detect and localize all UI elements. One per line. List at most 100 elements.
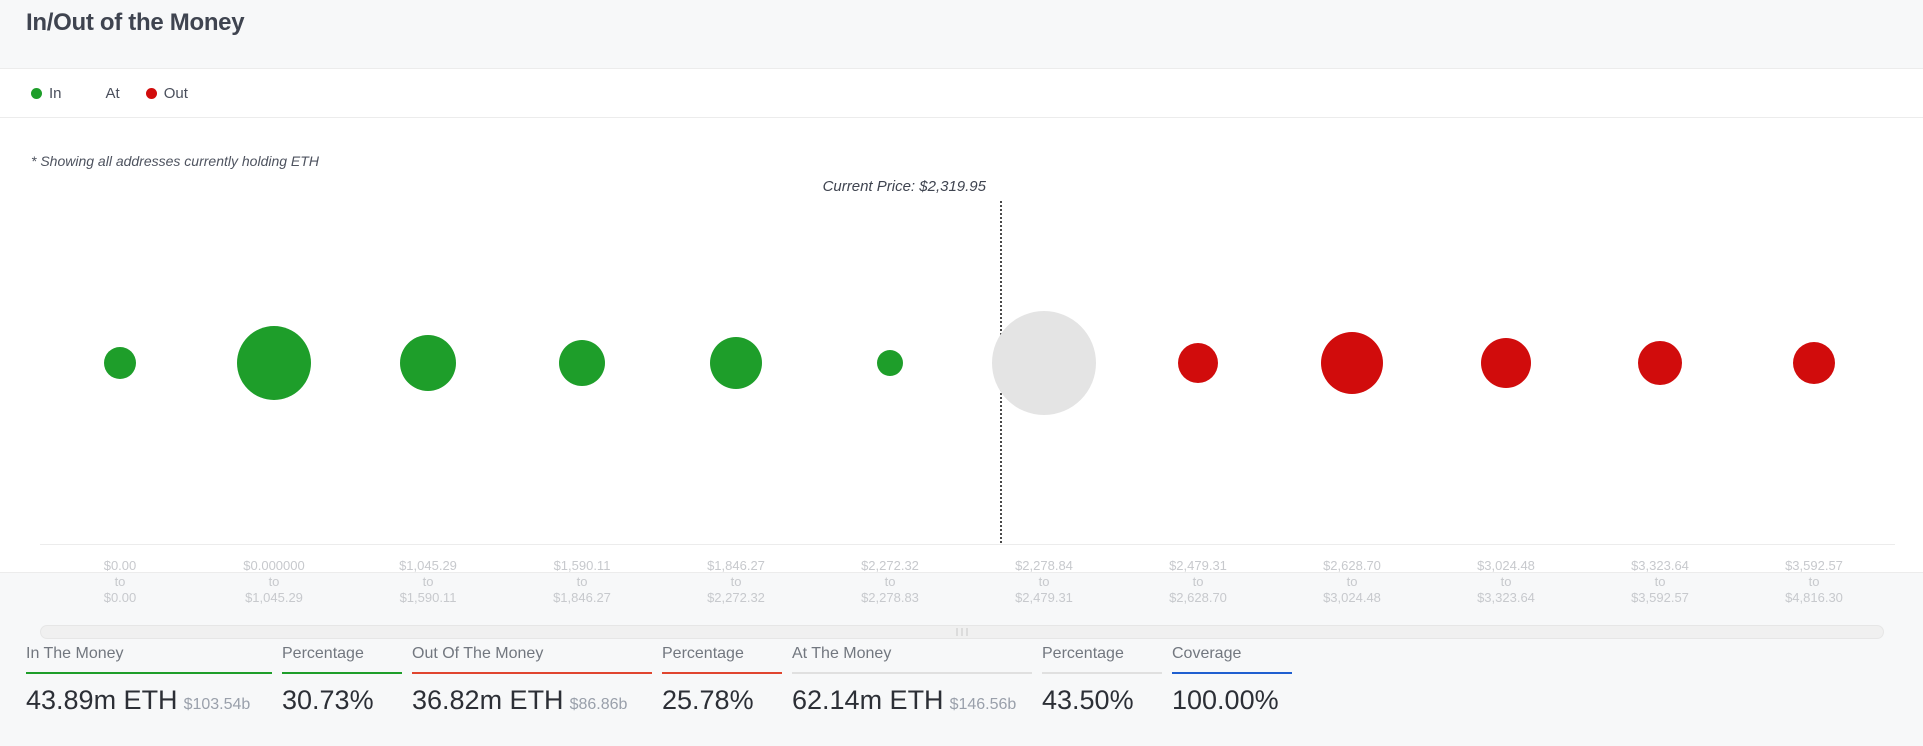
tick-range-from: $2,278.84 [1015,558,1073,574]
tick-range-from: $1,846.27 [707,558,765,574]
bubble-out[interactable] [1178,343,1218,383]
stat-label: In The Money [26,645,272,672]
tick-range-from: $2,272.32 [861,558,919,574]
tick-range-from: $1,590.11 [553,558,611,574]
bubble-out[interactable] [1638,341,1682,385]
x-axis-tick-label: $0.000000to$1,045.29 [243,558,304,606]
tick-range-separator: to [1323,574,1381,590]
x-axis-tick-label: $2,272.32to$2,278.83 [861,558,919,606]
x-axis-tick-label: $1,045.29to$1,590.11 [399,558,457,606]
tick-range-separator: to [1477,574,1535,590]
legend-item-at[interactable]: At [88,85,120,102]
stat-underline [792,672,1032,674]
bubble-in[interactable] [710,337,762,389]
tick-range-separator: to [104,574,137,590]
chart-footnote: * Showing all addresses currently holdin… [31,153,319,169]
summary-stats-row: In The Money 43.89m ETH $103.54b Percentage… [0,645,1923,746]
stat-value-wrap: 62.14m ETH$146.56b [792,685,1032,720]
tick-range-from: $0.000000 [243,558,304,574]
legend-dot-at [88,88,99,99]
bubble-out[interactable] [1321,332,1383,394]
stat-underline [1042,672,1162,674]
tick-range-to: $2,479.31 [1015,590,1073,606]
in-out-of-money-card: In At Out * Showing all addresses currentl… [0,68,1923,573]
chart-horizontal-scrollbar[interactable] [40,625,1884,639]
stat-value-usd: $146.56b [950,696,1017,713]
stat-label: At The Money [792,645,1032,672]
tick-range-to: $3,024.48 [1323,590,1381,606]
tick-range-from: $2,479.31 [1169,558,1227,574]
bubble-in[interactable] [104,347,136,379]
tick-range-to: $3,323.64 [1477,590,1535,606]
tick-range-separator: to [1631,574,1689,590]
x-axis-tick-label: $2,278.84to$2,479.31 [1015,558,1073,606]
stat-value-wrap: 36.82m ETH $86.86b [412,685,652,720]
tick-range-from: $3,024.48 [1477,558,1535,574]
legend-label: At [106,85,120,102]
tick-range-separator: to [399,574,457,590]
tick-range-separator: to [553,574,611,590]
stat-value: 30.73% [282,685,374,715]
stat-coverage: Coverage 100.00% [1172,645,1292,715]
x-axis-tick-label: $2,479.31to$2,628.70 [1169,558,1227,606]
tick-range-to: $3,592.57 [1631,590,1689,606]
chart-legend: In At Out [0,69,1923,118]
legend-item-in[interactable]: In [31,85,62,102]
bubble-out[interactable] [1793,342,1835,384]
stat-value-usd: $103.54b [184,696,251,713]
bubble-in[interactable] [559,340,605,386]
stat-value-usd: $86.86b [570,696,628,713]
stat-label: Percentage [662,645,782,672]
x-axis-tick-label: $3,592.57to$4,816.30 [1785,558,1843,606]
tick-range-separator: to [243,574,304,590]
stat-value: 25.78% [662,685,754,715]
tick-range-to: $2,628.70 [1169,590,1227,606]
stat-percentage: Percentage43.50% [1042,645,1162,715]
tick-range-from: $3,323.64 [1631,558,1689,574]
bubble-in[interactable] [237,326,311,400]
stat-value-wrap: 43.89m ETH $103.54b [26,685,272,720]
bubble-at[interactable] [992,311,1096,415]
x-axis-tick-label: $3,024.48to$3,323.64 [1477,558,1535,606]
tick-range-to: $0.00 [104,590,137,606]
stat-percentage: Percentage 25.78% [662,645,782,715]
stat-in-the-money: In The Money 43.89m ETH $103.54b [26,645,272,720]
x-axis-tick-label: $1,846.27to$2,272.32 [707,558,765,606]
stat-out-of-the-money: Out Of The Money36.82m ETH$86.86b [412,645,652,720]
tick-range-to: $4,816.30 [1785,590,1843,606]
stat-percentage: Percentage30.73% [282,645,402,715]
legend-item-out[interactable]: Out [146,85,188,102]
x-axis-line [40,544,1895,545]
stat-value-wrap: 100.00% [1172,685,1292,715]
bubble-in[interactable] [400,335,456,391]
current-price-annotation: Current Price: $2,319.95 [823,178,1000,195]
stat-value: 100.00% [1172,685,1279,715]
stat-underline [1172,672,1292,674]
x-axis-tick-label: $2,628.70to$3,024.48 [1323,558,1381,606]
stat-at-the-money: At The Money 62.14m ETH$146.56b [792,645,1032,720]
tick-range-to: $1,045.29 [243,590,304,606]
stat-value: 43.89m ETH [26,685,178,715]
legend-label: In [49,85,62,102]
bubble-in[interactable] [877,350,903,376]
stat-value-wrap: 43.50% [1042,685,1162,715]
tick-range-to: $1,846.27 [553,590,611,606]
stat-value: 43.50% [1042,685,1134,715]
tick-range-from: $0.00 [104,558,137,574]
legend-dot-in [31,88,42,99]
stat-underline [282,672,402,674]
stat-value: 36.82m ETH [412,685,564,715]
tick-range-from: $3,592.57 [1785,558,1843,574]
x-axis-tick-label: $0.00to$0.00 [104,558,137,606]
tick-range-separator: to [1015,574,1073,590]
tick-range-from: $2,628.70 [1323,558,1381,574]
stat-label: Coverage [1172,645,1292,672]
tick-range-to: $2,272.32 [707,590,765,606]
stat-underline [26,672,272,674]
bubble-out[interactable] [1481,338,1531,388]
page-title: In/Out of the Money [26,9,244,37]
stat-underline [412,672,652,674]
horizontal-scroll-grip[interactable] [957,628,968,636]
tick-range-to: $2,278.83 [861,590,919,606]
legend-dot-out [146,88,157,99]
